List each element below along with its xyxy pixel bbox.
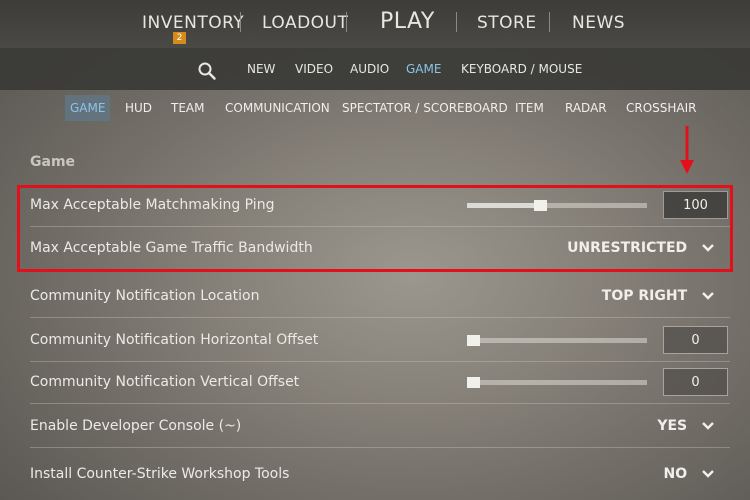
setting-label: Community Notification Horizontal Offset — [30, 332, 319, 348]
horizontal-offset-slider[interactable] — [467, 335, 647, 346]
nav-inventory[interactable]: INVENTORY — [142, 0, 244, 48]
setting-row-notification-location: Community Notification Location TOP RIGH… — [20, 275, 730, 318]
chevron-down-icon — [702, 292, 714, 300]
vertical-offset-input[interactable]: 0 — [663, 368, 728, 396]
row-divider — [30, 447, 730, 448]
highlight-box — [17, 185, 733, 272]
dropdown-value: NO — [663, 466, 688, 482]
nav-separator — [456, 12, 457, 32]
settings-tab-audio[interactable]: AUDIO — [350, 48, 389, 90]
top-nav: INVENTORY 2 LOADOUT PLAY STORE NEWS — [0, 0, 750, 48]
nav-separator — [346, 12, 347, 32]
setting-row-workshop-tools: Install Counter-Strike Workshop Tools NO — [20, 453, 730, 496]
nav-news[interactable]: NEWS — [572, 0, 625, 48]
game-tabs: GAME HUD TEAM COMMUNICATION SPECTATOR / … — [0, 95, 750, 121]
notification-location-dropdown[interactable]: TOP RIGHT — [602, 275, 716, 318]
setting-row-horizontal-offset: Community Notification Horizontal Offset… — [20, 319, 730, 362]
setting-label: Community Notification Location — [30, 288, 260, 304]
tab-hud[interactable]: HUD — [125, 95, 152, 121]
settings-tab-new[interactable]: NEW — [247, 48, 275, 90]
slider-handle[interactable] — [467, 335, 480, 346]
setting-label: Install Counter-Strike Workshop Tools — [30, 466, 290, 482]
row-divider — [30, 317, 730, 318]
dropdown-value: YES — [657, 418, 688, 434]
nav-loadout[interactable]: LOADOUT — [262, 0, 348, 48]
slider-handle[interactable] — [467, 377, 480, 388]
setting-row-vertical-offset: Community Notification Vertical Offset 0 — [20, 361, 730, 404]
nav-separator — [549, 12, 550, 32]
chevron-down-icon — [702, 470, 714, 478]
tab-radar[interactable]: RADAR — [565, 95, 607, 121]
nav-play[interactable]: PLAY — [380, 0, 435, 48]
chevron-down-icon — [702, 422, 714, 430]
row-divider — [30, 403, 730, 404]
settings-tab-video[interactable]: VIDEO — [295, 48, 333, 90]
setting-label: Community Notification Vertical Offset — [30, 374, 300, 390]
tab-communication[interactable]: COMMUNICATION — [225, 95, 330, 121]
tab-item[interactable]: ITEM — [515, 95, 544, 121]
section-title: Game — [30, 154, 76, 170]
search-icon[interactable] — [197, 49, 217, 91]
nav-separator — [240, 12, 241, 32]
setting-row-developer-console: Enable Developer Console (~) YES — [20, 405, 730, 448]
tab-team[interactable]: TEAM — [171, 95, 204, 121]
settings-tab-keyboard-mouse[interactable]: KEYBOARD / MOUSE — [461, 48, 582, 90]
nav-store[interactable]: STORE — [477, 0, 537, 48]
horizontal-offset-input[interactable]: 0 — [663, 326, 728, 354]
tab-spectator-scoreboard[interactable]: SPECTATOR / SCOREBOARD — [342, 95, 508, 121]
settings-tab-game[interactable]: GAME — [406, 48, 441, 90]
dropdown-value: TOP RIGHT — [601, 288, 688, 304]
arrow-down-icon — [680, 126, 694, 174]
vertical-offset-slider[interactable] — [467, 377, 647, 388]
tab-crosshair[interactable]: CROSSHAIR — [626, 95, 697, 121]
developer-console-dropdown[interactable]: YES — [657, 405, 716, 448]
tab-game[interactable]: GAME — [65, 95, 111, 121]
inventory-badge: 2 — [173, 32, 186, 44]
settings-nav: NEW VIDEO AUDIO GAME KEYBOARD / MOUSE — [0, 48, 750, 90]
setting-label: Enable Developer Console (~) — [30, 418, 242, 434]
workshop-tools-dropdown[interactable]: NO — [664, 453, 717, 496]
